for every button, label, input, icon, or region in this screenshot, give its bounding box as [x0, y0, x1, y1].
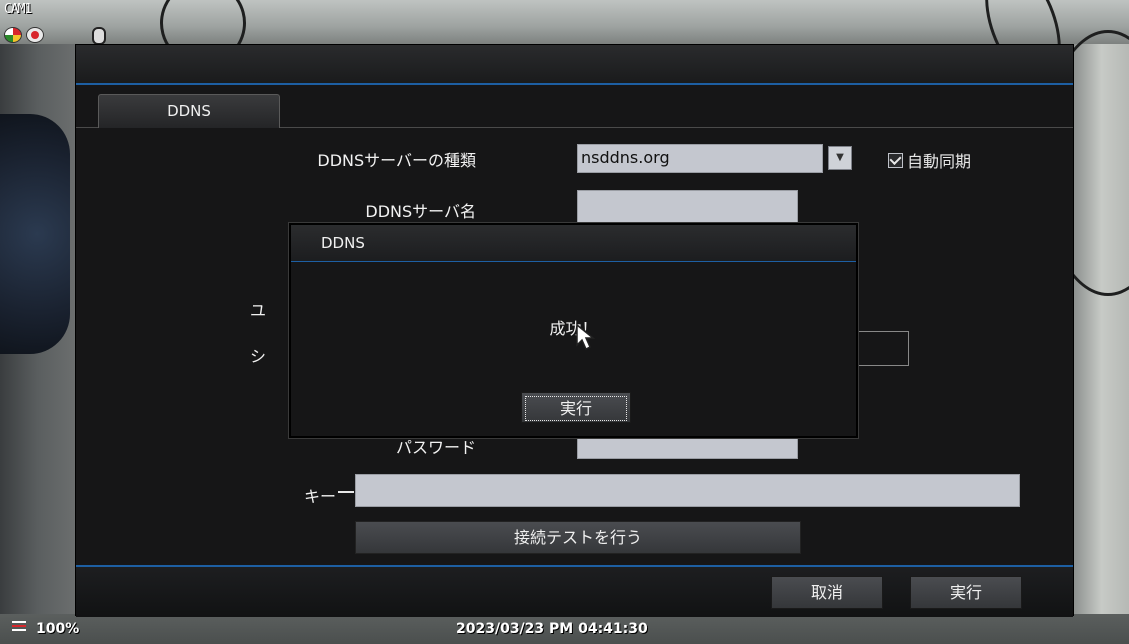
record-status-icons — [4, 27, 44, 43]
mouse-cursor-icon — [576, 323, 596, 351]
tab-ddns[interactable]: DDNS — [98, 94, 280, 128]
microphone-icon — [92, 27, 106, 45]
key-input[interactable] — [355, 474, 1020, 507]
chevron-down-icon[interactable]: ▼ — [828, 146, 852, 170]
window-footer: 取消 実行 — [76, 565, 1073, 617]
connection-test-button[interactable]: 接続テストを行う — [355, 521, 801, 554]
key-label-dash — [338, 491, 354, 493]
apply-button[interactable]: 実行 — [910, 576, 1022, 609]
tab-bar: DDNS — [76, 86, 1073, 128]
motion-icon — [4, 27, 22, 43]
auto-sync-label: 自動同期 — [907, 152, 972, 171]
key-label: キー — [303, 487, 336, 506]
server-type-select[interactable]: nsddns.org — [577, 144, 823, 173]
zoom-level: 100% — [36, 621, 80, 637]
ddns-result-dialog: DDNS 成功！ 実行 — [289, 223, 858, 438]
camera-view-left — [0, 44, 75, 644]
camera-label: CAM1 — [4, 2, 32, 17]
checkbox-icon — [888, 152, 903, 168]
window-title-bar — [76, 45, 1073, 85]
server-name-label: DDNSサーバ名 — [365, 202, 476, 221]
dialog-ok-label: 実行 — [525, 396, 627, 421]
dialog-message: 成功！ — [549, 319, 598, 338]
system-label: シ — [249, 347, 266, 366]
cancel-button[interactable]: 取消 — [771, 576, 883, 609]
user-label: ユ — [249, 301, 266, 320]
datetime-display: 2023/03/23 PM 04:41:30 — [456, 621, 648, 637]
record-icon — [26, 27, 44, 43]
auto-sync-checkbox[interactable]: 自動同期 — [888, 148, 971, 172]
server-type-label: DDNSサーバーの種類 — [317, 151, 476, 170]
server-name-input[interactable] — [577, 190, 798, 223]
dialog-title: DDNS — [291, 225, 856, 262]
hdd-status-icon — [12, 621, 26, 635]
dialog-ok-button[interactable]: 実行 — [521, 392, 631, 423]
